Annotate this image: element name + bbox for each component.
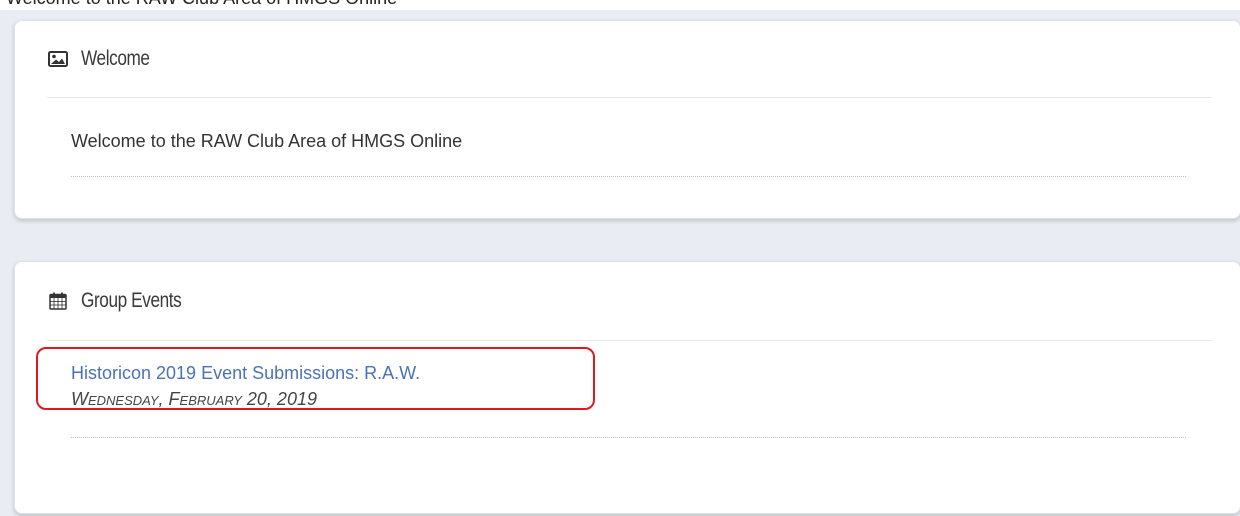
welcome-card-title: Welcome bbox=[81, 47, 150, 70]
group-events-card-title: Group Events bbox=[81, 289, 182, 312]
welcome-message: Welcome to the RAW Club Area of HMGS Onl… bbox=[71, 131, 463, 151]
welcome-card-header: Welcome bbox=[47, 21, 1212, 98]
welcome-card: Welcome Welcome to the RAW Club Area of … bbox=[14, 20, 1240, 219]
divider bbox=[71, 176, 1186, 177]
divider bbox=[71, 437, 1186, 438]
group-events-card-header: Group Events bbox=[47, 262, 1212, 341]
cropped-heading: Welcome to the RAW Club Area of HMGS Onl… bbox=[6, 0, 397, 9]
event-date: Wednesday, February 20, 2019 bbox=[71, 389, 317, 409]
calendar-icon bbox=[47, 290, 69, 312]
group-events-card: Group Events Historicon 2019 Event Submi… bbox=[14, 261, 1240, 514]
top-strip-cropped-text: Welcome to the RAW Club Area of HMGS Onl… bbox=[0, 0, 1240, 10]
image-icon bbox=[47, 48, 69, 70]
event-link-historicon-2019[interactable]: Historicon 2019 Event Submissions: R.A.W… bbox=[71, 363, 420, 384]
